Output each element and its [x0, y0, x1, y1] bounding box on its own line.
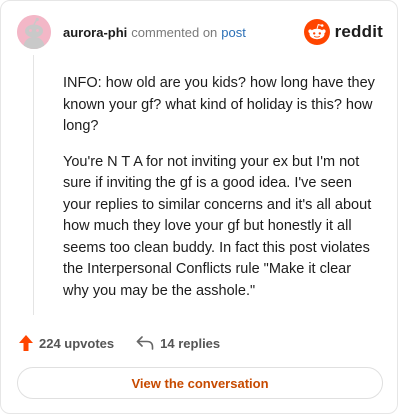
comment-paragraph: INFO: how old are you kids? how long hav… — [63, 75, 375, 134]
upvote-arrow-icon — [19, 335, 33, 351]
post-link[interactable]: post — [221, 25, 246, 40]
comment-paragraph: You're N T A for not inviting your ex bu… — [63, 153, 372, 299]
replies-count: 14 replies — [160, 335, 221, 351]
thread-line — [33, 55, 34, 315]
upvotes-stat[interactable]: 224 upvotes — [19, 335, 114, 351]
comment-stats: 224 upvotes 14 replies — [19, 335, 220, 351]
reddit-wordmark: reddit — [334, 22, 383, 41]
embedded-comment-card: aurora-phi commented on post reddit INFO: … — [0, 0, 398, 414]
comment-body: INFO: how old are you kids? how long hav… — [63, 73, 375, 316]
snoo-avatar-icon — [17, 15, 51, 49]
comment-action-text: commented on — [131, 25, 218, 40]
upvotes-count: 224 upvotes — [39, 335, 115, 351]
view-conversation-button[interactable]: View the conversation — [17, 367, 383, 399]
replies-stat[interactable]: 14 replies — [136, 336, 220, 351]
reddit-snoo-icon — [303, 19, 330, 45]
avatar[interactable] — [17, 15, 51, 49]
reply-arrow-icon — [136, 336, 154, 350]
comment-header: aurora-phi commented on post — [63, 25, 246, 41]
username[interactable]: aurora-phi — [63, 25, 127, 40]
reddit-logo[interactable]: reddit — [303, 19, 383, 45]
